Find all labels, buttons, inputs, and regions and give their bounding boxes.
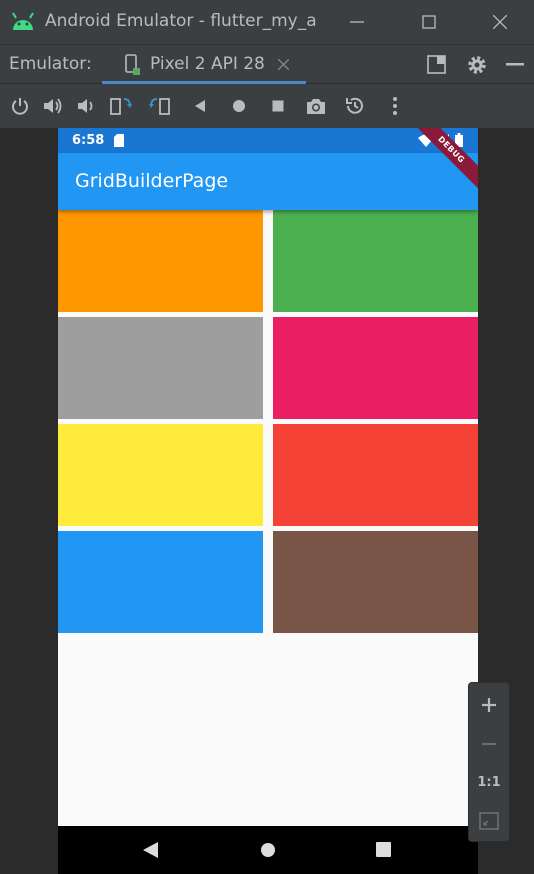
page-title: GridBuilderPage bbox=[75, 170, 229, 192]
fit-screen-icon bbox=[479, 812, 499, 830]
status-time: 6:58 bbox=[72, 133, 105, 148]
zoom-in-button[interactable] bbox=[469, 687, 509, 723]
zoom-fit-button[interactable] bbox=[469, 803, 509, 839]
more-button[interactable] bbox=[383, 94, 407, 118]
screenshot-icon bbox=[307, 99, 325, 114]
emulator-toolbar bbox=[0, 84, 534, 128]
overview-button[interactable] bbox=[266, 94, 290, 118]
snapshot-icon bbox=[346, 97, 363, 114]
grid-tile-1[interactable] bbox=[58, 210, 263, 312]
emulator-tabbar: Emulator: Pixel 2 API 28 bbox=[0, 44, 534, 84]
grid-tile-2[interactable] bbox=[273, 210, 478, 312]
minimize-icon bbox=[350, 21, 364, 23]
back-icon bbox=[195, 100, 205, 112]
grid-tile-7[interactable] bbox=[58, 531, 263, 633]
home-icon bbox=[233, 100, 245, 112]
emulator-label: Emulator: bbox=[9, 54, 92, 74]
nav-back-icon[interactable] bbox=[143, 842, 158, 858]
rotate-left-icon bbox=[110, 98, 132, 115]
sd-card-icon bbox=[114, 134, 124, 147]
navigation-bar bbox=[58, 826, 478, 874]
tab-pixel-2[interactable]: Pixel 2 API 28 bbox=[102, 45, 306, 85]
rotate-right-icon bbox=[149, 98, 170, 115]
window-mode-icon[interactable] bbox=[427, 55, 447, 75]
grid-tile-3[interactable] bbox=[58, 317, 263, 419]
minus-icon bbox=[482, 742, 496, 746]
zoom-out-button[interactable] bbox=[469, 726, 509, 762]
volume-down-icon bbox=[78, 99, 93, 113]
hide-icon[interactable] bbox=[506, 63, 524, 67]
maximize-icon bbox=[422, 15, 436, 29]
settings-gear-icon[interactable] bbox=[466, 54, 488, 76]
app-bar: GridBuilderPage bbox=[58, 153, 478, 210]
overview-icon bbox=[272, 100, 284, 112]
power-button[interactable] bbox=[8, 94, 32, 118]
home-button[interactable] bbox=[227, 94, 251, 118]
power-icon bbox=[12, 98, 28, 115]
close-button[interactable] bbox=[466, 0, 534, 44]
rotate-left-button[interactable] bbox=[109, 94, 133, 118]
snapshot-button[interactable] bbox=[343, 94, 367, 118]
volume-up-icon bbox=[44, 98, 62, 114]
grid-tile-4[interactable] bbox=[273, 317, 478, 419]
close-icon bbox=[493, 15, 507, 29]
rotate-right-button[interactable] bbox=[148, 94, 172, 118]
screenshot-button[interactable] bbox=[304, 94, 328, 118]
tab-close-icon[interactable] bbox=[278, 59, 289, 70]
tab-label: Pixel 2 API 28 bbox=[150, 54, 265, 74]
nav-recents-icon[interactable] bbox=[376, 842, 391, 857]
zoom-ratio-label: 1:1 bbox=[477, 774, 501, 790]
minimize-button[interactable] bbox=[323, 0, 391, 44]
volume-up-button[interactable] bbox=[41, 94, 65, 118]
zoom-actual-size-button[interactable]: 1:1 bbox=[469, 764, 509, 800]
zoom-panel: 1:1 bbox=[468, 682, 510, 842]
android-icon bbox=[12, 12, 34, 30]
window-titlebar: Android Emulator - flutter_my_a bbox=[0, 0, 534, 44]
volume-down-button[interactable] bbox=[75, 94, 99, 118]
grid-tile-5[interactable] bbox=[58, 424, 263, 526]
device-icon bbox=[125, 54, 140, 75]
device-screen[interactable]: 6:58 GridBuilderPage DEBUG bbox=[58, 128, 478, 874]
grid-tile-6[interactable] bbox=[273, 424, 478, 526]
status-bar: 6:58 bbox=[58, 128, 478, 153]
window-title: Android Emulator - flutter_my_a bbox=[45, 11, 317, 31]
grid-tile-8[interactable] bbox=[273, 531, 478, 633]
plus-icon bbox=[482, 698, 496, 712]
maximize-button[interactable] bbox=[395, 0, 463, 44]
more-icon bbox=[393, 97, 397, 115]
nav-home-icon[interactable] bbox=[260, 842, 276, 858]
back-button[interactable] bbox=[188, 94, 212, 118]
